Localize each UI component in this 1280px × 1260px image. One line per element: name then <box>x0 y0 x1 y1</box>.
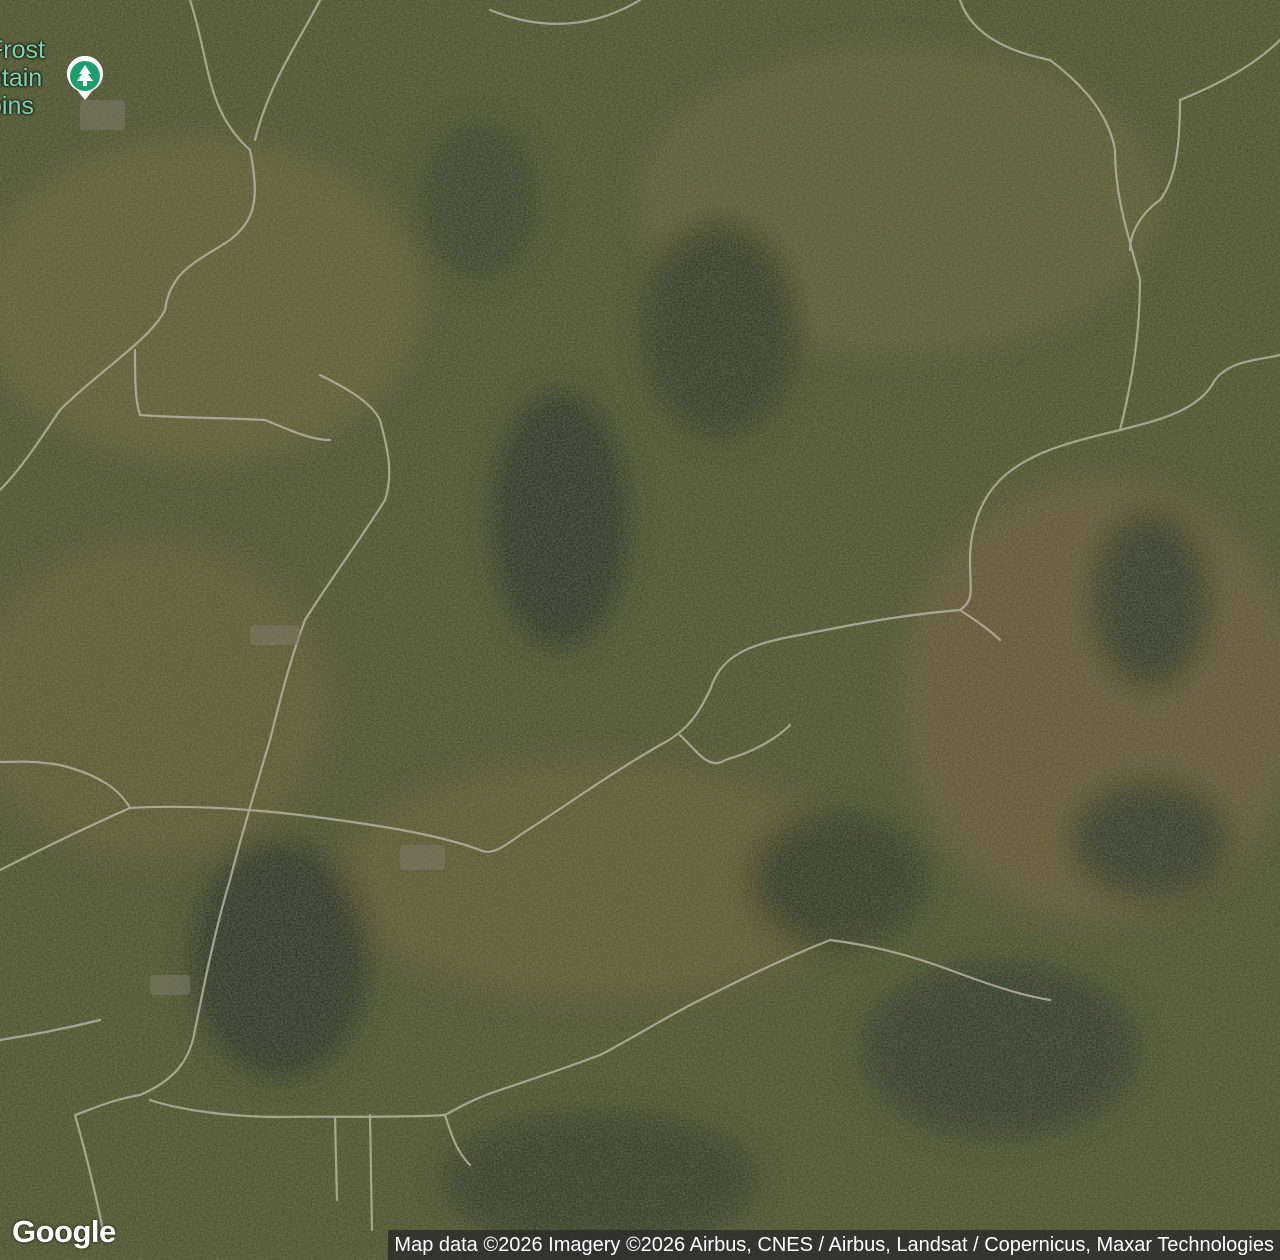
poi-marker[interactable]: Frost ntain bins <box>0 36 103 120</box>
google-logo[interactable]: Google <box>12 1214 116 1250</box>
texture-overlay <box>0 0 1280 1260</box>
map-attribution: Map data ©2026 Imagery ©2026 Airbus, CNE… <box>388 1230 1280 1260</box>
satellite-map[interactable] <box>0 0 1280 1260</box>
tree-icon[interactable] <box>62 56 108 102</box>
poi-label[interactable]: Frost ntain bins <box>0 36 45 120</box>
